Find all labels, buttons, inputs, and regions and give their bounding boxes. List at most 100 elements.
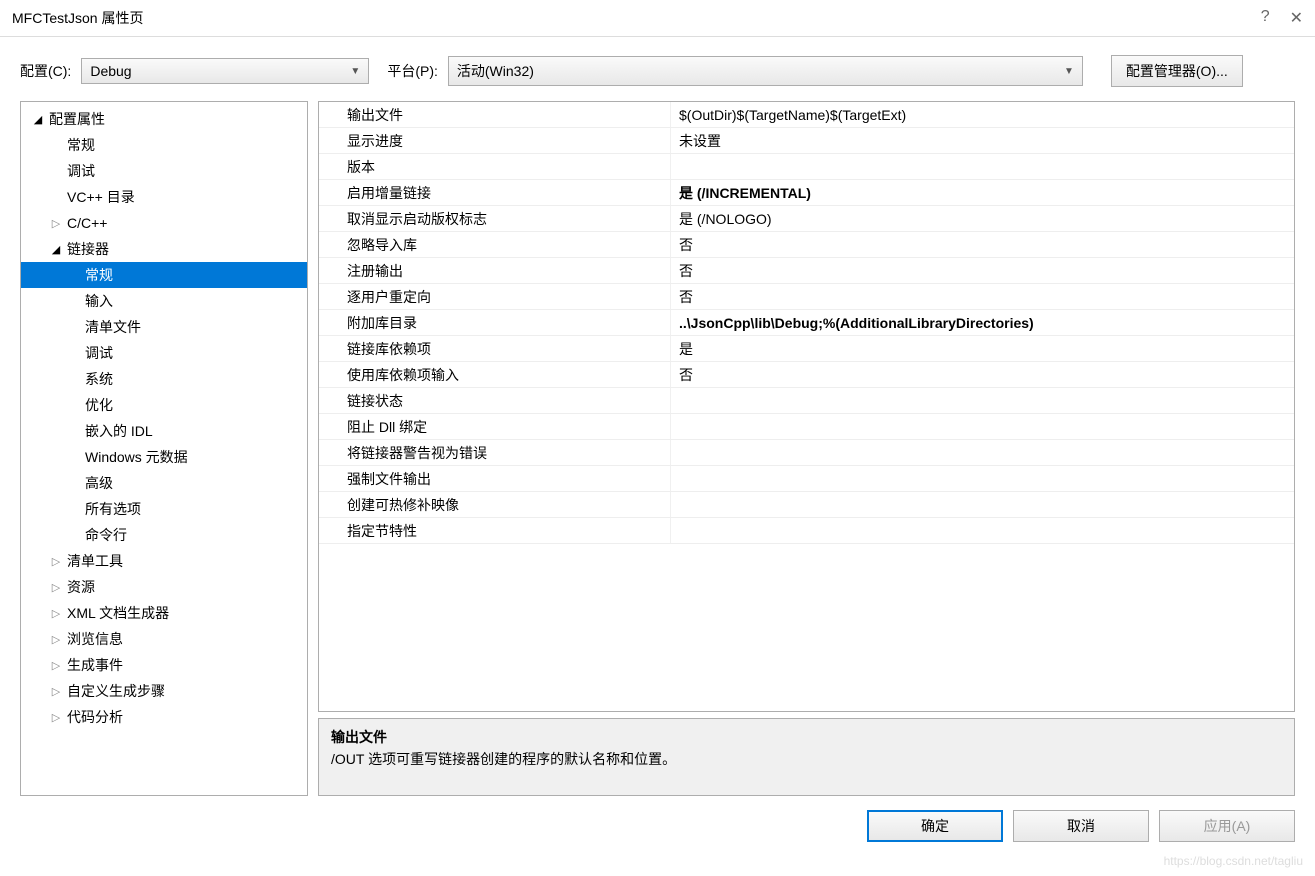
property-value[interactable]: 是 (/INCREMENTAL) — [671, 180, 1294, 205]
cancel-button[interactable]: 取消 — [1013, 810, 1149, 842]
property-label: 使用库依赖项输入 — [319, 362, 671, 387]
property-label: 附加库目录 — [319, 310, 671, 335]
property-value[interactable]: 否 — [671, 258, 1294, 283]
tree-item[interactable]: 优化 — [21, 392, 307, 418]
property-row[interactable]: 显示进度未设置 — [319, 128, 1294, 154]
property-label: 将链接器警告视为错误 — [319, 440, 671, 465]
tree-item[interactable]: ▷ 代码分析 — [21, 704, 307, 730]
tree-item[interactable]: ◢ 链接器 — [21, 236, 307, 262]
description-text: /OUT 选项可重写链接器创建的程序的默认名称和位置。 — [331, 749, 1282, 769]
tree-item-label: XML 文档生成器 — [67, 603, 169, 623]
ok-button[interactable]: 确定 — [867, 810, 1003, 842]
tree-toggle-icon[interactable]: ◢ — [49, 243, 63, 256]
property-value[interactable] — [671, 414, 1294, 439]
property-row[interactable]: 将链接器警告视为错误 — [319, 440, 1294, 466]
description-title: 输出文件 — [331, 727, 1282, 747]
tree-item[interactable]: VC++ 目录 — [21, 184, 307, 210]
description-panel: 输出文件 /OUT 选项可重写链接器创建的程序的默认名称和位置。 — [318, 718, 1295, 796]
property-value[interactable] — [671, 518, 1294, 543]
property-label: 启用增量链接 — [319, 180, 671, 205]
property-value[interactable] — [671, 466, 1294, 491]
property-value[interactable] — [671, 492, 1294, 517]
tree-item-label: 代码分析 — [67, 707, 123, 727]
property-value[interactable] — [671, 388, 1294, 413]
tree-toggle-icon[interactable]: ▷ — [49, 685, 63, 698]
property-row[interactable]: 附加库目录..\JsonCpp\lib\Debug;%(AdditionalLi… — [319, 310, 1294, 336]
property-row[interactable]: 输出文件$(OutDir)$(TargetName)$(TargetExt) — [319, 102, 1294, 128]
tree-item[interactable]: ▷清单工具 — [21, 548, 307, 574]
tree-item-label: 清单文件 — [85, 317, 141, 337]
tree-toggle-icon[interactable]: ▷ — [49, 217, 63, 230]
tree-item[interactable]: ▷生成事件 — [21, 652, 307, 678]
tree-item[interactable]: 高级 — [21, 470, 307, 496]
tree-item[interactable]: 系统 — [21, 366, 307, 392]
tree-item[interactable]: ◢ 配置属性 — [21, 106, 307, 132]
property-value[interactable]: $(OutDir)$(TargetName)$(TargetExt) — [671, 102, 1294, 127]
property-value[interactable] — [671, 154, 1294, 179]
close-icon[interactable]: ✕ — [1290, 8, 1303, 28]
tree-item[interactable]: 命令行 — [21, 522, 307, 548]
property-row[interactable]: 启用增量链接是 (/INCREMENTAL) — [319, 180, 1294, 206]
tree-toggle-icon[interactable]: ▷ — [49, 555, 63, 568]
config-label: 配置(C): — [20, 61, 71, 81]
tree-item[interactable]: 清单文件 — [21, 314, 307, 340]
tree-toggle-icon[interactable]: ▷ — [49, 581, 63, 594]
tree-toggle-icon[interactable]: ▷ — [49, 659, 63, 672]
tree-item[interactable]: 常规 — [21, 262, 307, 288]
property-grid[interactable]: 输出文件$(OutDir)$(TargetName)$(TargetExt)显示… — [318, 101, 1295, 712]
property-row[interactable]: 链接状态 — [319, 388, 1294, 414]
property-row[interactable]: 取消显示启动版权标志是 (/NOLOGO) — [319, 206, 1294, 232]
property-row[interactable]: 指定节特性 — [319, 518, 1294, 544]
property-value[interactable]: 否 — [671, 284, 1294, 309]
tree-item[interactable]: Windows 元数据 — [21, 444, 307, 470]
property-value[interactable]: 是 — [671, 336, 1294, 361]
tree-item[interactable]: 调试 — [21, 158, 307, 184]
tree-item-label: 配置属性 — [49, 109, 105, 129]
property-value[interactable] — [671, 440, 1294, 465]
property-row[interactable]: 强制文件输出 — [319, 466, 1294, 492]
tree-item-label: C/C++ — [67, 215, 107, 231]
tree-toggle-icon[interactable]: ▷ — [49, 711, 63, 724]
tree-item-label: 链接器 — [67, 239, 109, 259]
property-label: 创建可热修补映像 — [319, 492, 671, 517]
tree-item[interactable]: 调试 — [21, 340, 307, 366]
tree-item[interactable]: 输入 — [21, 288, 307, 314]
tree-item-label: 常规 — [85, 265, 113, 285]
property-value[interactable]: 未设置 — [671, 128, 1294, 153]
property-row[interactable]: 逐用户重定向否 — [319, 284, 1294, 310]
tree-toggle-icon[interactable]: ▷ — [49, 607, 63, 620]
tree-item[interactable]: ▷自定义生成步骤 — [21, 678, 307, 704]
tree-item[interactable]: ▷资源 — [21, 574, 307, 600]
property-value[interactable]: ..\JsonCpp\lib\Debug;%(AdditionalLibrary… — [671, 310, 1294, 335]
apply-button[interactable]: 应用(A) — [1159, 810, 1295, 842]
config-manager-button[interactable]: 配置管理器(O)... — [1111, 55, 1243, 87]
property-row[interactable]: 链接库依赖项是 — [319, 336, 1294, 362]
property-label: 版本 — [319, 154, 671, 179]
property-row[interactable]: 阻止 Dll 绑定 — [319, 414, 1294, 440]
property-value[interactable]: 否 — [671, 232, 1294, 257]
tree-item[interactable]: ▷浏览信息 — [21, 626, 307, 652]
property-label: 输出文件 — [319, 102, 671, 127]
tree-item-label: 高级 — [85, 473, 113, 493]
property-value[interactable]: 否 — [671, 362, 1294, 387]
tree-item[interactable]: 常规 — [21, 132, 307, 158]
property-row[interactable]: 注册输出否 — [319, 258, 1294, 284]
tree-item-label: 常规 — [67, 135, 95, 155]
property-row[interactable]: 版本 — [319, 154, 1294, 180]
tree-toggle-icon[interactable]: ▷ — [49, 633, 63, 646]
tree-item[interactable]: ▷ XML 文档生成器 — [21, 600, 307, 626]
tree-item[interactable]: 所有选项 — [21, 496, 307, 522]
tree-item[interactable]: ▷ C/C++ — [21, 210, 307, 236]
config-tree[interactable]: ◢配置属性常规调试VC++ 目录▷C/C++◢链接器常规输入清单文件调试系统优化… — [20, 101, 308, 796]
tree-item-label: VC++ 目录 — [67, 187, 135, 207]
property-value[interactable]: 是 (/NOLOGO) — [671, 206, 1294, 231]
tree-toggle-icon[interactable]: ◢ — [31, 113, 45, 126]
property-row[interactable]: 忽略导入库否 — [319, 232, 1294, 258]
property-row[interactable]: 创建可热修补映像 — [319, 492, 1294, 518]
property-row[interactable]: 使用库依赖项输入否 — [319, 362, 1294, 388]
platform-dropdown[interactable]: 活动(Win32) ▼ — [448, 56, 1083, 86]
help-icon[interactable]: ? — [1261, 8, 1270, 28]
tree-item[interactable]: 嵌入的 IDL — [21, 418, 307, 444]
config-dropdown[interactable]: Debug ▼ — [81, 58, 369, 84]
platform-value: 活动(Win32) — [457, 61, 534, 81]
